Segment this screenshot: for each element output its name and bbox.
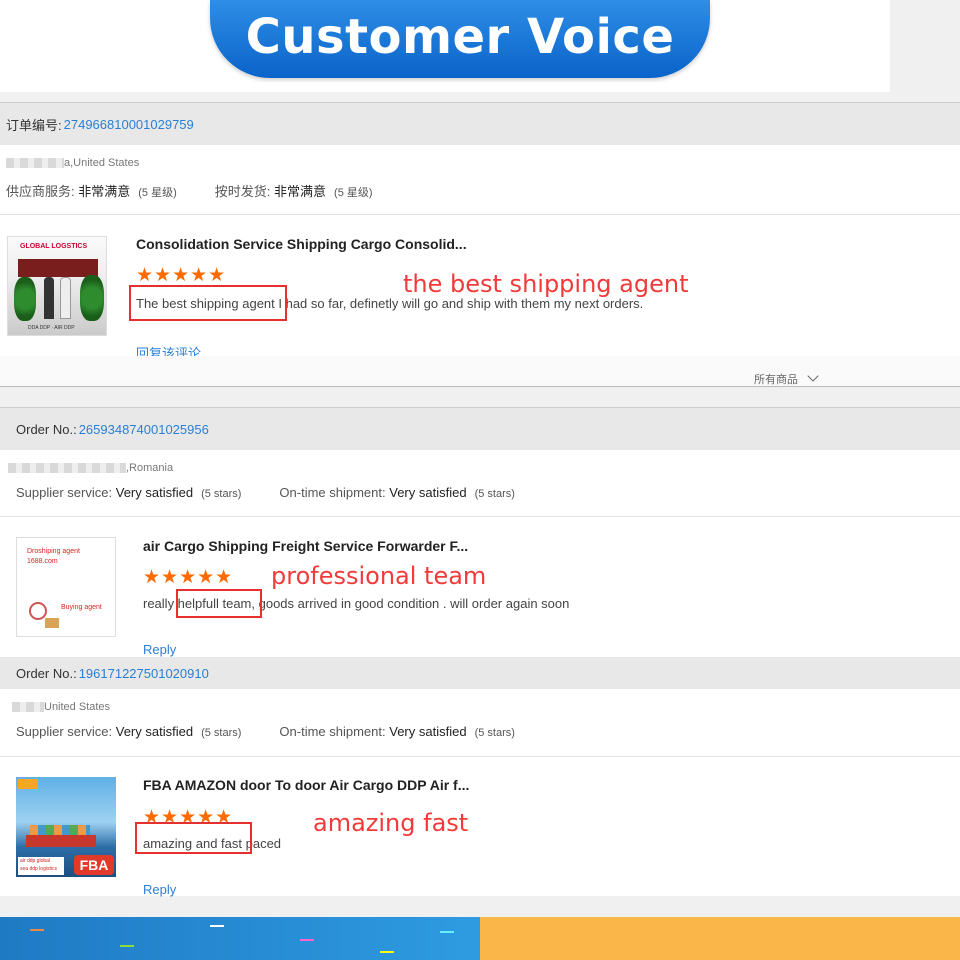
review-body: GLOBAL LOGSTICS DDA DDP · AIR DDP Consol… xyxy=(0,214,960,361)
highlight-box xyxy=(176,589,262,618)
product-thumbnail[interactable]: GLOBAL LOGSTICS DDA DDP · AIR DDP xyxy=(7,236,107,336)
order-number-link[interactable]: 274966810001029759 xyxy=(64,117,194,132)
all-products-toggle[interactable]: 所有商品 xyxy=(754,370,819,387)
order-label: Order No.: xyxy=(16,421,77,437)
product-title-link[interactable]: FBA AMAZON door To door Air Cargo DDP Ai… xyxy=(143,777,469,793)
buyer-info: ,Romania Supplier service: Very satisfie… xyxy=(0,450,960,516)
highlight-box xyxy=(135,822,252,854)
buyer-info: United States Supplier service: Very sat… xyxy=(0,689,960,756)
order-number-link[interactable]: 196171227501020910 xyxy=(79,666,209,681)
rating-line: 供应商服务: 非常满意 (5 星级) 按时发货: 非常满意 (5 星级) xyxy=(6,184,373,199)
blurred-buyer-name xyxy=(12,702,44,713)
star-rating: ★★★★★ xyxy=(143,567,234,588)
chevron-down-icon xyxy=(807,370,819,382)
blurred-buyer-name xyxy=(6,158,64,169)
star-rating: ★★★★★ xyxy=(136,265,227,286)
order-header: Order No.: 196171227501020910 xyxy=(0,657,960,689)
product-title-link[interactable]: Consolidation Service Shipping Cargo Con… xyxy=(136,236,467,252)
fba-badge: FBA xyxy=(74,855,114,875)
buyer-location: ,Romania xyxy=(8,462,173,474)
order-label: 订单编号: xyxy=(6,117,62,133)
footer-banner-right xyxy=(480,917,960,960)
banner-title: Customer Voice xyxy=(245,9,675,65)
product-title-link[interactable]: air Cargo Shipping Freight Service Forwa… xyxy=(143,538,468,554)
annotation-text: amazing fast xyxy=(313,809,469,837)
buyer-location: United States xyxy=(12,701,110,713)
highlight-box xyxy=(129,285,287,321)
annotation-text: the best shipping agent xyxy=(403,270,689,298)
all-products-bar: 所有商品 xyxy=(0,356,960,386)
buyer-location: a,United States xyxy=(6,157,139,169)
product-thumbnail[interactable]: Droshiping agent 1688.com Buying agent xyxy=(16,537,116,637)
order-number-link[interactable]: 265934874001025956 xyxy=(79,422,209,437)
reply-link[interactable]: Reply xyxy=(143,882,176,897)
review-body: air ddp global sea ddp logistics FBA FBA … xyxy=(0,756,960,897)
annotation-text: professional team xyxy=(271,562,487,590)
blurred-buyer-name xyxy=(8,463,126,474)
reply-link[interactable]: Reply xyxy=(143,642,176,657)
customer-voice-banner: Customer Voice xyxy=(210,0,710,78)
order-header: 订单编号: 274966810001029759 xyxy=(0,102,960,145)
order-label: Order No.: xyxy=(16,665,77,681)
rating-line: Supplier service: Very satisfied (5 stars… xyxy=(16,724,515,739)
section-divider xyxy=(0,386,960,407)
order-header: Order No.: 265934874001025956 xyxy=(0,407,960,450)
footer-banner-left xyxy=(0,917,480,960)
review-body: Droshiping agent 1688.com Buying agent a… xyxy=(0,516,960,657)
rating-line: Supplier service: Very satisfied (5 stars… xyxy=(16,485,515,500)
buyer-info: a,United States 供应商服务: 非常满意 (5 星级) 按时发货: 非… xyxy=(0,145,960,214)
product-thumbnail[interactable]: air ddp global sea ddp logistics FBA xyxy=(16,777,116,877)
